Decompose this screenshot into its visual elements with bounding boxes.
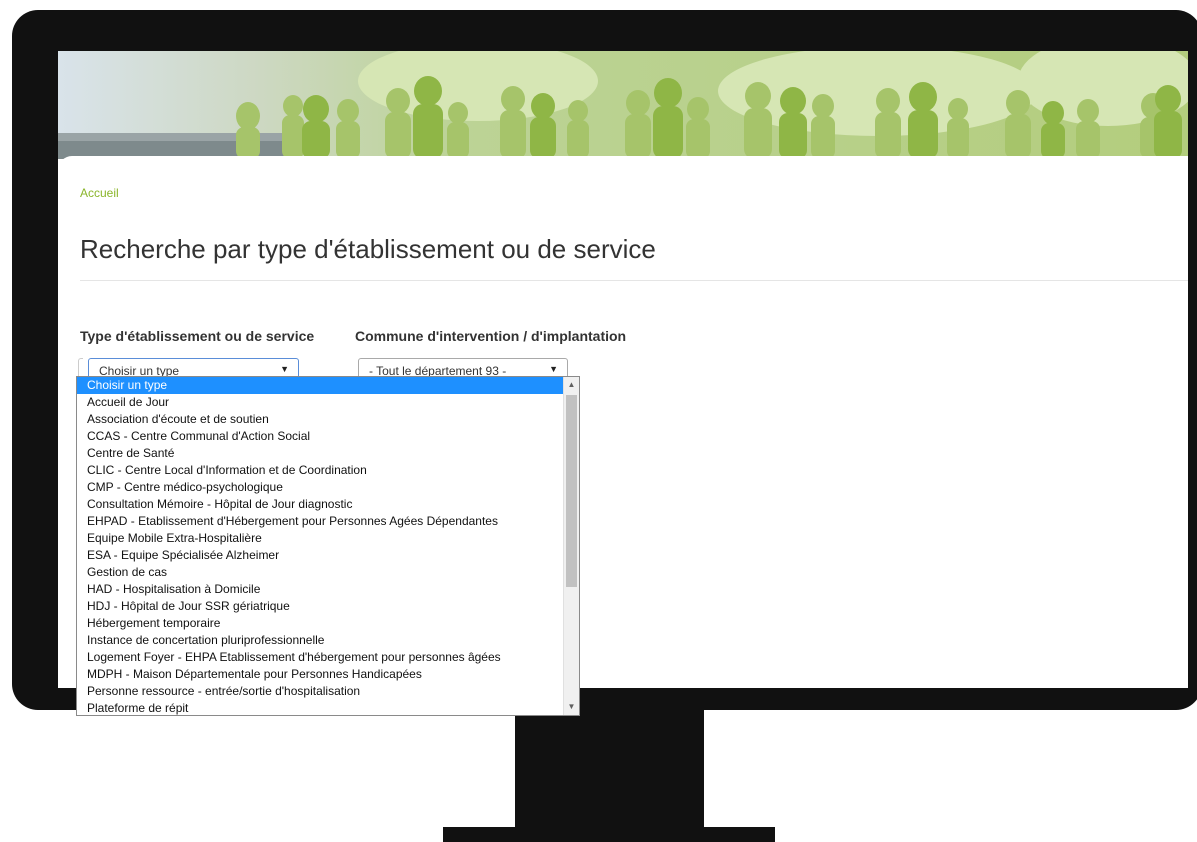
breadcrumb-home-link[interactable]: Accueil [80,186,119,200]
title-divider [80,280,1188,281]
header-banner [58,51,1188,159]
dropdown-option[interactable]: Choisir un type [77,377,563,394]
dropdown-option[interactable]: Personne ressource - entrée/sortie d'hos… [77,683,563,700]
dropdown-option[interactable]: Association d'écoute et de soutien [77,411,563,428]
dropdown-option[interactable]: Plateforme de répit [77,700,563,715]
dropdown-option[interactable]: MDPH - Maison Départementale pour Person… [77,666,563,683]
dropdown-option[interactable]: Equipe Mobile Extra-Hospitalière [77,530,563,547]
caret-down-icon: ▼ [549,364,558,374]
type-field-label: Type d'établissement ou de service [80,328,315,344]
dropdown-options: Choisir un type Accueil de Jour Associatio… [77,377,563,715]
dropdown-option[interactable]: CLIC - Centre Local d'Information et de … [77,462,563,479]
dropdown-option[interactable]: CMP - Centre médico-psychologique [77,479,563,496]
dropdown-option[interactable]: Hébergement temporaire [77,615,563,632]
dropdown-option[interactable]: Consultation Mémoire - Hôpital de Jour d… [77,496,563,513]
dropdown-option[interactable]: Instance de concertation pluriprofession… [77,632,563,649]
scrollbar-thumb[interactable] [566,395,577,587]
dropdown-option[interactable]: ESA - Equipe Spécialisée Alzheimer [77,547,563,564]
dropdown-option[interactable]: HAD - Hospitalisation à Domicile [77,581,563,598]
caret-down-icon: ▼ [280,364,289,374]
dropdown-option[interactable]: Centre de Santé [77,445,563,462]
scroll-down-icon[interactable]: ▼ [564,700,579,714]
monitor-stand-base [443,827,775,842]
dropdown-option[interactable]: Gestion de cas [77,564,563,581]
dropdown-option[interactable]: HDJ - Hôpital de Jour SSR gériatrique [77,598,563,615]
dropdown-option[interactable]: CCAS - Centre Communal d'Action Social [77,428,563,445]
dropdown-option[interactable]: Logement Foyer - EHPA Etablissement d'hé… [77,649,563,666]
monitor-stand-neck [515,708,704,828]
page-title: Recherche par type d'établissement ou de… [80,234,656,264]
dropdown-scrollbar[interactable]: ▲ ▼ [563,377,579,715]
dropdown-option[interactable]: Accueil de Jour [77,394,563,411]
type-dropdown-list[interactable]: Choisir un type Accueil de Jour Associatio… [76,376,580,716]
dropdown-option[interactable]: EHPAD - Etablissement d'Hébergement pour… [77,513,563,530]
scroll-up-icon[interactable]: ▲ [564,378,579,392]
banner-illustration [58,51,1188,159]
commune-field-label: Commune d'intervention / d'implantation [355,328,627,344]
